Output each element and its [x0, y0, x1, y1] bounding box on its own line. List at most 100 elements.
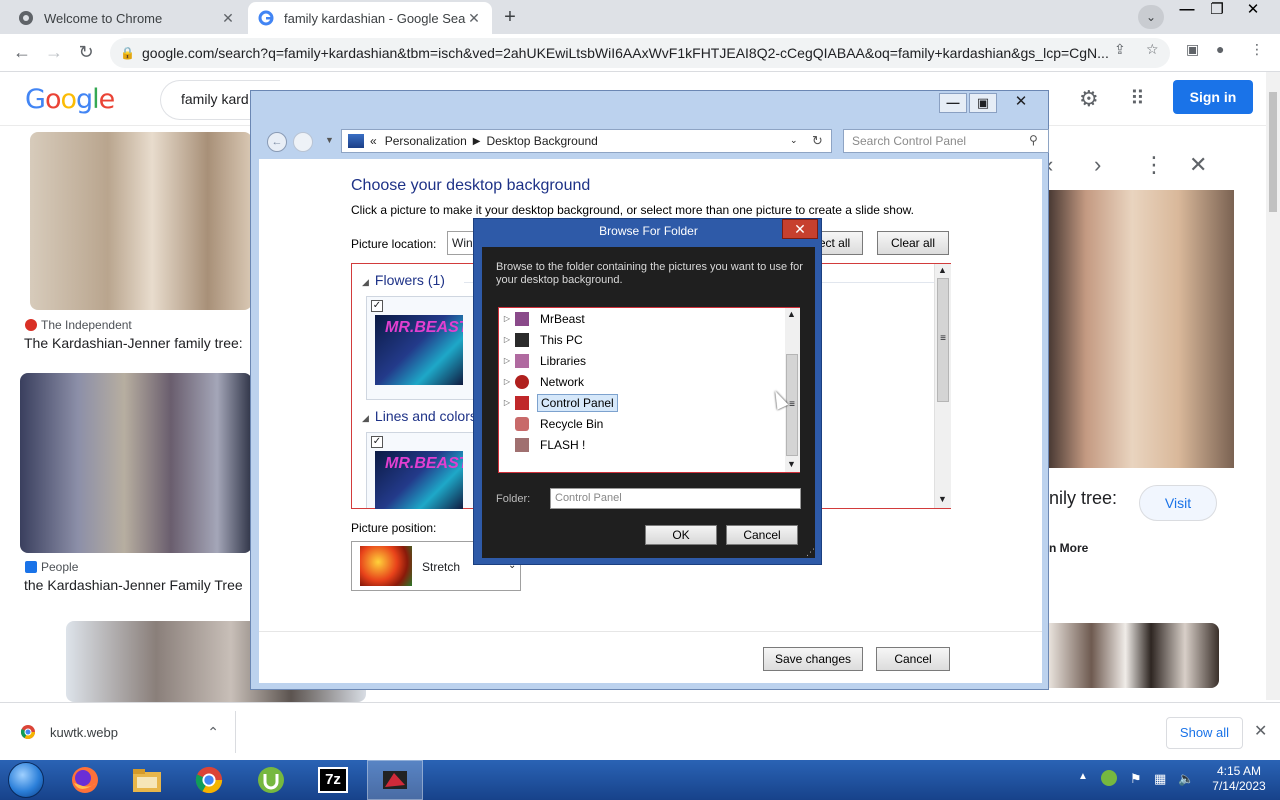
tree-item-flash[interactable]: FLASH !: [499, 434, 783, 455]
scroll-down-icon[interactable]: ▼: [938, 494, 947, 504]
taskbar-file-explorer[interactable]: [119, 760, 175, 800]
resize-grip-icon[interactable]: ⋰: [806, 547, 815, 558]
tree-item-recycle-bin[interactable]: Recycle Bin: [499, 413, 783, 434]
new-tab-button[interactable]: +: [498, 6, 522, 30]
start-button[interactable]: [8, 762, 44, 798]
minimize-button[interactable]: —: [1170, 0, 1204, 22]
scroll-up-icon[interactable]: ▲: [938, 265, 947, 275]
expand-arrow-icon[interactable]: ▷: [499, 356, 515, 365]
share-icon[interactable]: ⇪: [1114, 41, 1126, 58]
close-window-button[interactable]: ✕: [1236, 0, 1270, 22]
close-tab-icon[interactable]: ✕: [220, 10, 236, 27]
close-tab-icon[interactable]: ✕: [466, 10, 482, 27]
taskbar-utorrent[interactable]: [243, 760, 299, 800]
tree-item-network[interactable]: ▷ Network: [499, 371, 783, 392]
taskbar-chrome[interactable]: [181, 760, 237, 800]
group-header-lines-colors[interactable]: ◢ Lines and colors: [362, 408, 477, 424]
scroll-down-icon[interactable]: ▼: [787, 459, 796, 469]
save-changes-button[interactable]: Save changes: [763, 647, 863, 671]
restore-button[interactable]: ❐: [1200, 0, 1234, 22]
address-bar[interactable]: 🔒 google.com/search?q=family+kardashian&…: [110, 38, 1170, 68]
result-caption[interactable]: The Kardashian-Jenner family tree:: [24, 335, 243, 351]
tab-search-button[interactable]: ⌄: [1138, 5, 1164, 29]
result-source[interactable]: People: [25, 560, 78, 574]
menu-kebab-icon[interactable]: ⋮: [1250, 41, 1264, 58]
visit-button[interactable]: Visit: [1139, 485, 1217, 521]
search-icon[interactable]: ⚲: [1029, 133, 1038, 147]
sign-in-button[interactable]: Sign in: [1173, 80, 1253, 114]
taskbar-7zip[interactable]: 7z: [305, 760, 361, 800]
cp-close-button[interactable]: ✕: [1001, 93, 1041, 113]
tab-google-search[interactable]: family kardashian - Google Search ✕: [248, 2, 492, 34]
wallpaper-thumbnail[interactable]: ✓ MR.BEAST: [366, 432, 476, 509]
result-image[interactable]: [30, 132, 252, 310]
show-all-button[interactable]: Show all: [1166, 717, 1243, 749]
refresh-icon[interactable]: ↻: [812, 133, 823, 149]
gallery-scrollbar[interactable]: ▲ ≡ ▼: [934, 264, 951, 508]
chevron-up-icon[interactable]: ⌃: [207, 724, 219, 741]
tree-item-libraries[interactable]: ▷ Libraries: [499, 350, 783, 371]
ok-button[interactable]: OK: [645, 525, 717, 545]
recent-pages-icon[interactable]: ▼: [325, 135, 334, 145]
scroll-up-icon[interactable]: ▲: [787, 309, 796, 319]
result-image[interactable]: [20, 373, 252, 553]
forward-button[interactable]: →: [43, 42, 65, 64]
apps-grid-icon[interactable]: ⠿: [1130, 86, 1145, 111]
taskbar-mrbeast-app[interactable]: [367, 760, 423, 800]
side-panel-icon[interactable]: ▣: [1186, 41, 1199, 58]
cp-forward-button[interactable]: [293, 132, 313, 152]
tree-item-control-panel[interactable]: ▷ Control Panel: [499, 392, 783, 413]
dialog-close-button[interactable]: ✕: [782, 219, 818, 239]
wallpaper-thumbnail[interactable]: ✓ MR.BEAST: [366, 296, 476, 400]
more-options-icon[interactable]: ⋮: [1143, 152, 1165, 178]
folder-input[interactable]: Control Panel: [550, 488, 801, 509]
preview-image[interactable]: [1049, 190, 1234, 468]
system-clock[interactable]: 4:15 AM 7/14/2023: [1204, 764, 1274, 794]
expand-arrow-icon[interactable]: ▷: [499, 314, 515, 323]
settings-gear-icon[interactable]: ⚙: [1079, 86, 1099, 112]
wallpaper-checkbox[interactable]: ✓: [371, 300, 383, 312]
page-scrollbar[interactable]: [1266, 72, 1280, 700]
taskbar-firefox[interactable]: [57, 760, 113, 800]
breadcrumb-overflow[interactable]: «: [370, 134, 377, 148]
cp-back-button[interactable]: ←: [267, 132, 287, 152]
cp-minimize-button[interactable]: —: [939, 93, 967, 113]
cp-maximize-button[interactable]: ▣: [969, 93, 997, 113]
gallery-scroll-thumb[interactable]: ≡: [937, 278, 949, 402]
breadcrumb-desktop-background[interactable]: Desktop Background: [486, 134, 597, 148]
tab-welcome[interactable]: Welcome to Chrome ✕: [8, 2, 246, 34]
result-caption[interactable]: the Kardashian-Jenner Family Tree: [24, 577, 243, 593]
back-button[interactable]: ←: [11, 42, 33, 64]
cp-search-input[interactable]: Search Control Panel: [843, 129, 1049, 153]
expand-arrow-icon[interactable]: ▷: [499, 335, 515, 344]
show-hidden-icons[interactable]: ▲: [1078, 771, 1088, 782]
profile-icon[interactable]: ●: [1216, 41, 1224, 57]
dialog-cancel-button[interactable]: Cancel: [726, 525, 798, 545]
result-source[interactable]: The Independent: [25, 318, 132, 332]
bookmark-star-icon[interactable]: ☆: [1146, 41, 1159, 58]
next-image-icon[interactable]: ›: [1094, 152, 1101, 178]
download-item[interactable]: kuwtk.webp ⌃: [0, 711, 236, 753]
tree-scroll-thumb[interactable]: ≡: [786, 354, 798, 456]
tree-item-mrbeast[interactable]: ▷ MrBeast: [499, 308, 783, 329]
close-preview-icon[interactable]: ✕: [1189, 152, 1207, 178]
related-image[interactable]: [1049, 623, 1219, 688]
tree-scrollbar[interactable]: ▲ ≡ ▼: [785, 308, 800, 472]
reload-button[interactable]: ↻: [75, 42, 97, 64]
tree-item-this-pc[interactable]: ▷ This PC: [499, 329, 783, 350]
wallpaper-checkbox[interactable]: ✓: [371, 436, 383, 448]
close-download-bar-icon[interactable]: ✕: [1254, 721, 1267, 741]
group-header-flowers[interactable]: ◢ Flowers (1): [362, 272, 445, 288]
cp-address-bar[interactable]: « Personalization ▶ Desktop Background ⌄…: [341, 129, 832, 153]
scrollbar-thumb[interactable]: [1269, 92, 1277, 212]
utorrent-tray-icon[interactable]: [1100, 769, 1118, 790]
address-dropdown-icon[interactable]: ⌄: [790, 135, 798, 146]
clear-all-button[interactable]: Clear all: [877, 231, 949, 255]
expand-arrow-icon[interactable]: ▷: [499, 377, 515, 386]
learn-more-link[interactable]: n More: [1049, 541, 1088, 555]
volume-icon[interactable]: 🔈: [1178, 771, 1194, 787]
network-icon[interactable]: ▦: [1154, 771, 1166, 787]
action-center-flag-icon[interactable]: ⚑: [1130, 771, 1142, 787]
breadcrumb-personalization[interactable]: Personalization: [385, 134, 467, 148]
google-logo[interactable]: Google: [25, 84, 115, 115]
